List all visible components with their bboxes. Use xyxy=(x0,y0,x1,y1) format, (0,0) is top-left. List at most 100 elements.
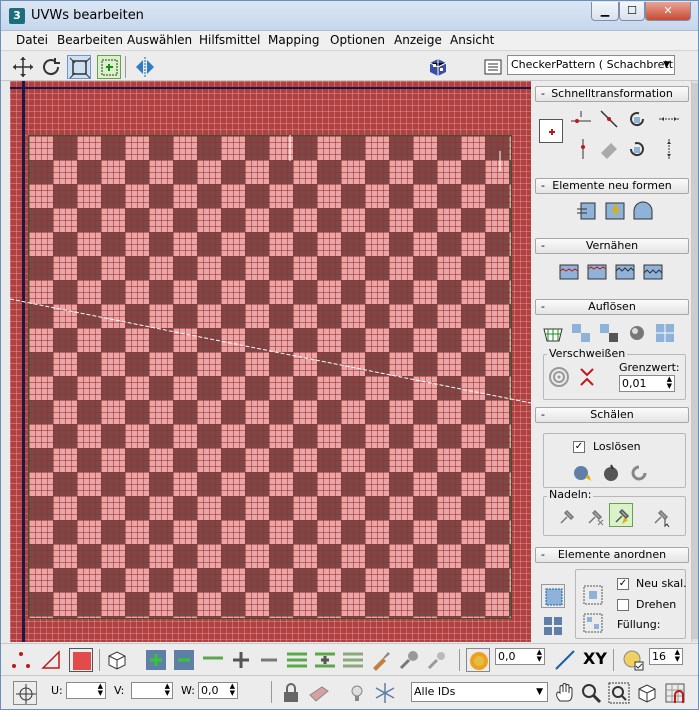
spinner-arrows-icon[interactable]: ▲ ▼ xyxy=(667,376,672,390)
pack-together-icon[interactable] xyxy=(541,614,565,638)
peel-mode-icon[interactable] xyxy=(599,461,623,485)
section-arrange[interactable]: - Elemente anordnen xyxy=(535,547,689,563)
weld-target-icon[interactable] xyxy=(547,365,571,389)
light-bulb-icon[interactable] xyxy=(345,681,369,705)
menu-ansicht[interactable]: Ansicht xyxy=(450,33,494,47)
material-id-dropdown[interactable]: Alle IDs ▼ xyxy=(411,682,548,702)
show-map-icon[interactable] xyxy=(426,55,450,79)
sphere-icon[interactable] xyxy=(625,321,649,345)
spinner-arrows-icon[interactable]: ▲ ▼ xyxy=(230,683,235,697)
map-dropdown[interactable]: CheckerPattern ( Schachbrett ▼ xyxy=(507,55,675,75)
rotate-icon[interactable] xyxy=(39,55,63,79)
grow-selection-icon[interactable] xyxy=(144,648,168,672)
close-button[interactable]: ✕ xyxy=(645,2,691,21)
shrink-selection-icon[interactable] xyxy=(172,648,196,672)
menu-optionen[interactable]: Optionen xyxy=(330,33,385,47)
spinner-arrows-icon[interactable]: ▲ ▼ xyxy=(675,649,680,663)
v-spinner[interactable]: ▲ ▼ xyxy=(131,682,173,699)
move-icon[interactable] xyxy=(11,55,35,79)
edge-mode-icon[interactable] xyxy=(39,648,63,672)
menu-auswaehlen[interactable]: Auswählen xyxy=(127,33,192,47)
space-vertical-icon[interactable] xyxy=(657,137,681,161)
stitch-source-icon[interactable] xyxy=(557,259,581,283)
minimize-button[interactable]: ▁ xyxy=(591,2,619,21)
pin-selected-icon[interactable] xyxy=(609,503,633,527)
scrollbar-thumb[interactable] xyxy=(692,83,698,639)
freeform-icon[interactable] xyxy=(97,55,121,79)
section-reshape[interactable]: - Elemente neu formen xyxy=(535,178,689,194)
rotate-cw-icon[interactable] xyxy=(625,107,649,131)
straighten-icon[interactable] xyxy=(597,137,621,161)
menu-hilfsmittel[interactable]: Hilfsmittel xyxy=(199,33,260,47)
threshold-spinner[interactable]: 0,01 ▲ ▼ xyxy=(619,375,675,392)
snap-grid-icon[interactable] xyxy=(663,681,687,705)
grow-loop-icon[interactable] xyxy=(229,648,253,672)
zoom-icon[interactable] xyxy=(579,681,603,705)
weld-selected-icon[interactable] xyxy=(575,365,599,389)
section-quick-transform[interactable]: - Schnelltransformation xyxy=(535,86,689,102)
panel-scrollbar[interactable] xyxy=(691,81,698,642)
title-bar[interactable]: 3 UVWs bearbeiten ▁ ☐ ✕ xyxy=(1,1,698,31)
loop-icon[interactable] xyxy=(201,648,225,672)
paint-grow-icon[interactable] xyxy=(397,648,421,672)
element-mode-icon[interactable] xyxy=(105,648,129,672)
stitch-target-icon[interactable] xyxy=(585,259,609,283)
soft-selection-icon[interactable] xyxy=(466,648,490,672)
auto-pin-icon[interactable] xyxy=(649,505,673,529)
detach-checkbox[interactable]: ✓ xyxy=(573,441,585,453)
edit-pins-icon[interactable] xyxy=(555,505,579,529)
normalize-checkbox[interactable]: ✓ xyxy=(617,578,629,590)
section-explode[interactable]: - Auflösen xyxy=(535,299,689,315)
quick-peel-icon[interactable] xyxy=(571,461,595,485)
grow-ring-icon[interactable] xyxy=(313,648,337,672)
vertex-mode-icon[interactable] xyxy=(9,648,33,672)
flatten-by-material-icon[interactable] xyxy=(597,321,621,345)
space-horizontal-icon[interactable] xyxy=(657,107,681,131)
flatten-by-smoothing-icon[interactable] xyxy=(569,321,593,345)
pan-icon[interactable] xyxy=(553,681,577,705)
u-spinner[interactable]: ▲ ▼ xyxy=(66,682,106,699)
rotate-checkbox[interactable] xyxy=(617,599,629,611)
shrink-loop-icon[interactable] xyxy=(257,648,281,672)
menu-anzeige[interactable]: Anzeige xyxy=(394,33,442,47)
pack-normalize-icon[interactable] xyxy=(541,584,565,608)
flatten-icon[interactable] xyxy=(541,321,565,345)
mirror-icon[interactable] xyxy=(133,55,157,79)
xy-label[interactable]: XY xyxy=(583,649,607,668)
shrink-ring-icon[interactable] xyxy=(341,648,365,672)
options-list-icon[interactable] xyxy=(481,55,505,79)
scale-icon[interactable] xyxy=(67,55,91,79)
falloff-linear-icon[interactable] xyxy=(553,648,577,672)
pivot-icon[interactable] xyxy=(539,119,563,143)
falloff-spinner[interactable]: 0,0 ▲ ▼ xyxy=(495,648,545,665)
spinner-arrows-icon[interactable]: ▲ ▼ xyxy=(165,683,170,697)
menu-mapping[interactable]: Mapping xyxy=(268,33,320,47)
delete-pins-icon[interactable] xyxy=(583,505,607,529)
ring-icon[interactable] xyxy=(285,648,309,672)
straighten-selection-icon[interactable] xyxy=(575,199,599,223)
edge-distance-icon[interactable] xyxy=(621,648,645,672)
uv-viewport[interactable] xyxy=(10,81,531,642)
menu-bearbeiten[interactable]: Bearbeiten xyxy=(57,33,123,47)
hide-icon[interactable] xyxy=(307,681,331,705)
relax-edges-icon[interactable] xyxy=(631,199,655,223)
stitch-custom-icon[interactable] xyxy=(641,259,665,283)
pack-custom-icon[interactable] xyxy=(581,583,605,607)
spinner-arrows-icon[interactable]: ▲ ▼ xyxy=(537,649,542,663)
zoom-region-icon[interactable] xyxy=(607,681,631,705)
count-spinner[interactable]: 16 ▲ ▼ xyxy=(649,648,683,665)
menu-datei[interactable]: Datei xyxy=(16,33,48,47)
lock-icon[interactable] xyxy=(279,681,303,705)
reset-peel-icon[interactable] xyxy=(627,461,651,485)
align-diagonal-icon[interactable] xyxy=(597,107,621,131)
absolute-offset-icon[interactable] xyxy=(13,681,37,705)
section-peel[interactable]: - Schälen xyxy=(535,407,689,423)
break-icon[interactable] xyxy=(653,321,677,345)
freeze-icon[interactable] xyxy=(373,681,397,705)
rotate-ccw-icon[interactable] xyxy=(625,137,649,161)
stitch-average-icon[interactable] xyxy=(613,259,637,283)
pack-padding-icon[interactable] xyxy=(581,611,605,635)
zoom-extents-icon[interactable] xyxy=(635,681,659,705)
relax-icon[interactable] xyxy=(603,199,627,223)
section-stitch[interactable]: - Vernähen xyxy=(535,238,689,254)
